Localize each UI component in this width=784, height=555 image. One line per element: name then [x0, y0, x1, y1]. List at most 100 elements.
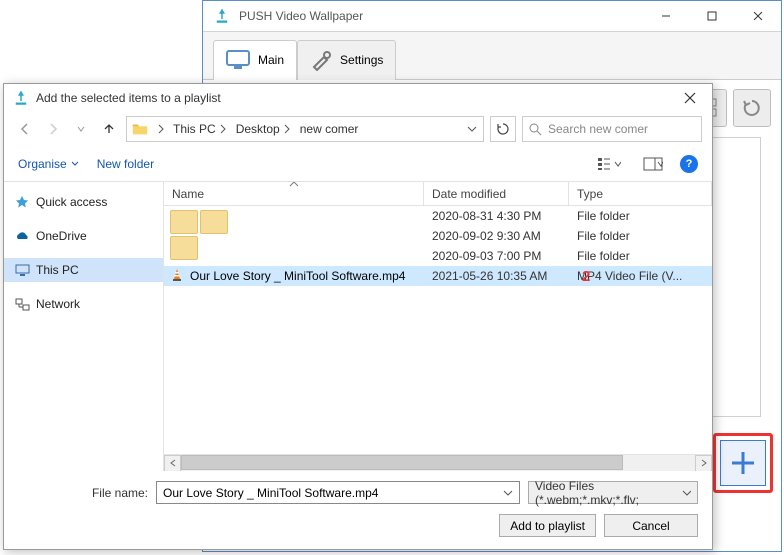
column-header-date[interactable]: Date modified	[424, 182, 569, 205]
app-titlebar: PUSH Video Wallpaper	[203, 1, 781, 32]
filename-value: Our Love Story _ MiniTool Software.mp4	[163, 486, 378, 500]
breadcrumb-chevron[interactable]	[151, 124, 169, 134]
column-name-label: Name	[172, 187, 204, 201]
search-icon	[529, 123, 542, 136]
view-mode-button[interactable]	[592, 153, 626, 175]
breadcrumb-root[interactable]: This PC	[169, 122, 232, 136]
dialog-title: Add the selected items to a playlist	[36, 91, 676, 105]
tab-main[interactable]: Main	[213, 40, 297, 80]
breadcrumb-seg2-label: new comer	[300, 122, 359, 136]
file-date: 2020-09-02 9:30 AM	[424, 229, 569, 243]
breadcrumb-seg1-label: Desktop	[236, 122, 280, 136]
address-dropdown[interactable]	[461, 124, 481, 134]
new-folder-button[interactable]: New folder	[97, 157, 154, 171]
minimize-button[interactable]	[643, 1, 689, 31]
column-header-name[interactable]: Name	[164, 182, 424, 205]
sidebar-item-quick-access[interactable]: Quick access	[4, 190, 163, 214]
address-bar[interactable]: This PC Desktop new comer	[126, 116, 484, 142]
refresh-icon	[496, 122, 510, 136]
sidebar-item-onedrive[interactable]: OneDrive	[4, 224, 163, 248]
breadcrumb-root-label: This PC	[173, 122, 216, 136]
breadcrumb-seg2[interactable]: new comer	[296, 122, 363, 136]
primary-button-label: Add to playlist	[510, 519, 585, 533]
chevron-down-icon	[71, 160, 79, 168]
refresh-button[interactable]	[490, 116, 516, 142]
dialog-toolbar: Organise New folder ?	[4, 146, 712, 182]
column-type-label: Type	[577, 187, 603, 201]
monitor-icon	[226, 50, 252, 70]
folder-icon	[131, 120, 149, 138]
reload-icon[interactable]	[733, 89, 771, 127]
file-rows: 2020-08-31 4:30 PMFile folder 2020-09-02…	[164, 206, 712, 454]
folder-thumbnails	[170, 210, 234, 266]
maximize-button[interactable]	[689, 1, 735, 31]
pc-icon	[14, 262, 30, 278]
organise-label: Organise	[18, 157, 67, 171]
sidebar-item-this-pc[interactable]: This PC	[4, 258, 163, 282]
scroll-left-button[interactable]	[164, 455, 181, 472]
tab-settings-label: Settings	[340, 53, 383, 67]
sidebar-item-label: Quick access	[36, 195, 107, 209]
preview-pane-button[interactable]	[636, 153, 670, 175]
tools-icon	[310, 49, 334, 71]
sidebar-item-network[interactable]: Network	[4, 292, 163, 316]
close-button[interactable]	[735, 1, 781, 31]
search-input[interactable]: Search new comer	[522, 116, 702, 142]
navigation-sidebar: Quick access OneDrive This PC Network	[4, 182, 164, 471]
dialog-logo-icon	[12, 89, 30, 107]
file-row[interactable]: 2020-08-31 4:30 PMFile folder	[164, 206, 712, 226]
folder-icon	[170, 210, 198, 234]
file-date: 2020-08-31 4:30 PM	[424, 209, 569, 223]
help-button[interactable]: ?	[680, 155, 698, 173]
cancel-button[interactable]: Cancel	[604, 514, 698, 537]
sort-asc-icon	[289, 182, 299, 187]
network-icon	[14, 296, 30, 312]
file-date: 2021-05-26 10:35 AM	[424, 269, 569, 283]
file-row[interactable]: Our Love Story _ MiniTool Software.mp420…	[164, 266, 712, 286]
column-header-type[interactable]: Type	[569, 182, 712, 205]
new-folder-label: New folder	[97, 157, 154, 171]
file-row[interactable]: 2020-09-02 9:30 AMFile folder	[164, 226, 712, 246]
scroll-track[interactable]	[181, 455, 695, 472]
nav-forward-button[interactable]	[42, 118, 64, 140]
filename-input[interactable]: Our Love Story _ MiniTool Software.mp4	[156, 481, 520, 504]
filetype-filter-label: Video Files (*.webm;*.mkv;*.flv;	[535, 479, 682, 507]
search-placeholder: Search new comer	[548, 122, 648, 136]
scroll-thumb[interactable]	[181, 455, 623, 470]
filetype-filter[interactable]: Video Files (*.webm;*.mkv;*.flv;	[528, 481, 698, 504]
cloud-icon	[14, 228, 30, 244]
annotation-2: 2	[582, 268, 590, 285]
breadcrumb-seg1[interactable]: Desktop	[232, 122, 296, 136]
dialog-footer: File name: Our Love Story _ MiniTool Sof…	[4, 471, 712, 549]
dialog-close-button[interactable]	[676, 86, 704, 110]
file-row[interactable]: 2020-09-03 7:00 PMFile folder	[164, 246, 712, 266]
nav-back-button[interactable]	[14, 118, 36, 140]
add-to-playlist-button[interactable]: Add to playlist	[499, 514, 596, 537]
chevron-right-icon	[282, 124, 292, 134]
add-item-button[interactable]	[720, 440, 766, 486]
app-logo-icon	[213, 7, 231, 25]
dialog-navbar: This PC Desktop new comer Search new com…	[4, 112, 712, 146]
file-list-pane: Name Date modified Type 2020-08-31 4:30 …	[164, 182, 712, 471]
file-date: 2020-09-03 7:00 PM	[424, 249, 569, 263]
file-type: File folder	[569, 209, 712, 223]
nav-up-button[interactable]	[98, 118, 120, 140]
file-type: File folder	[569, 249, 712, 263]
nav-recent-dropdown[interactable]	[70, 118, 92, 140]
vlc-icon	[170, 268, 186, 284]
horizontal-scrollbar[interactable]	[164, 454, 712, 471]
chevron-down-icon	[682, 488, 691, 498]
chevron-right-icon	[218, 124, 228, 134]
cancel-button-label: Cancel	[632, 519, 669, 533]
chevron-down-icon	[467, 124, 477, 134]
tab-settings[interactable]: Settings	[297, 40, 396, 80]
folder-icon	[170, 236, 198, 260]
scroll-right-button[interactable]	[695, 455, 712, 472]
chevron-down-icon	[503, 488, 513, 498]
tab-main-label: Main	[258, 53, 284, 67]
app-toolbar: Main Settings	[203, 32, 781, 80]
star-icon	[14, 194, 30, 210]
filename-label: File name:	[18, 486, 148, 500]
dialog-body: Quick access OneDrive This PC Network Na…	[4, 182, 712, 471]
organise-menu[interactable]: Organise	[18, 157, 79, 171]
